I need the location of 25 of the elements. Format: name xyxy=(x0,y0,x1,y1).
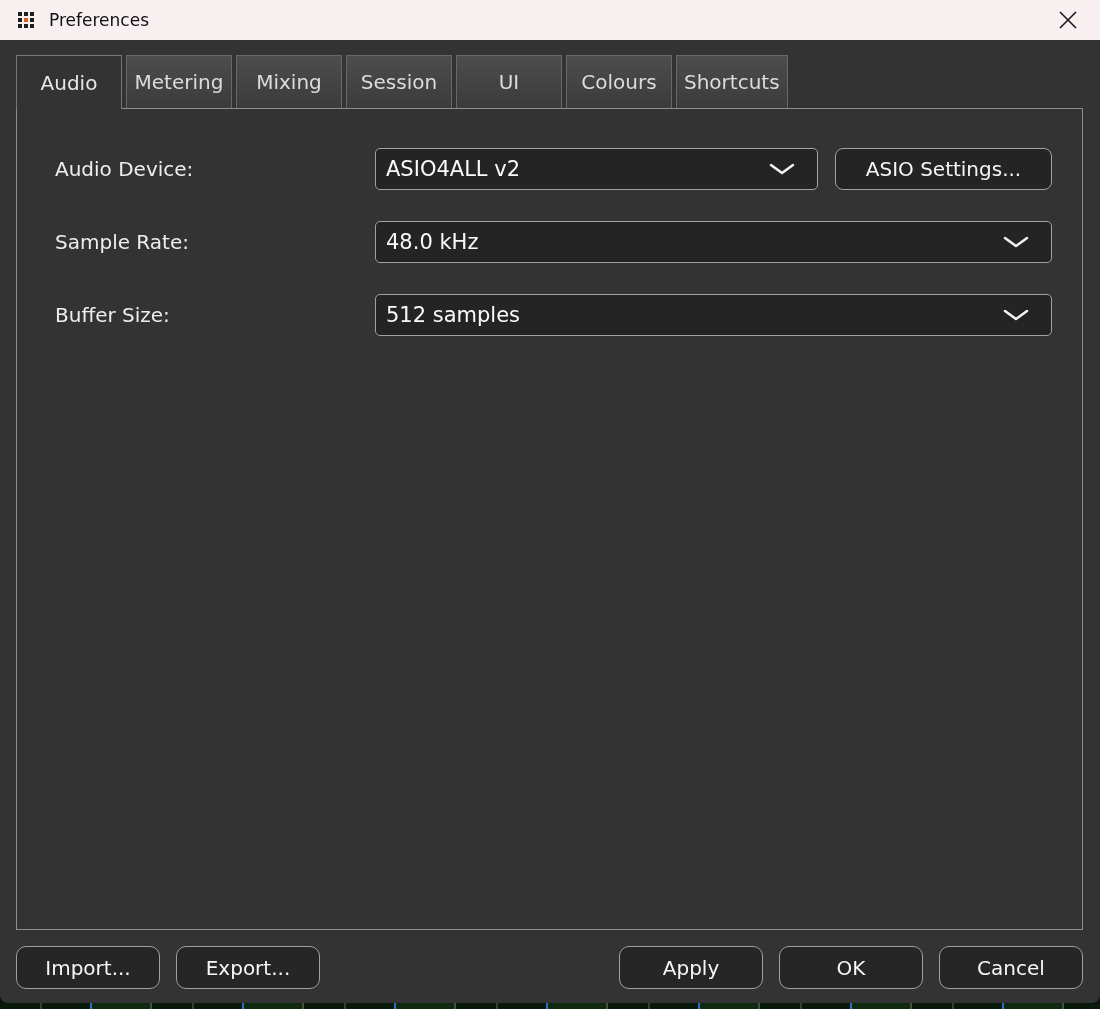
tab[interactable]: Colours xyxy=(566,55,672,108)
chevron-down-icon xyxy=(1003,236,1029,248)
dialog-button[interactable]: Import... xyxy=(16,946,160,989)
dropdown[interactable]: 48.0 kHz xyxy=(375,221,1052,263)
window-title: Preferences xyxy=(49,10,149,30)
dialog-button[interactable]: Apply xyxy=(619,946,763,989)
tab[interactable]: Metering xyxy=(126,55,232,108)
setting-label: Audio Device: xyxy=(55,157,195,181)
dialog-button[interactable]: Cancel xyxy=(939,946,1083,989)
tab[interactable]: Session xyxy=(346,55,452,108)
tab[interactable]: Mixing xyxy=(236,55,342,108)
tab[interactable]: UI xyxy=(456,55,562,108)
dialog-button[interactable]: Export... xyxy=(176,946,320,989)
tab[interactable]: Audio xyxy=(16,55,122,109)
settings-button[interactable]: ASIO Settings... xyxy=(835,148,1052,190)
chevron-down-icon xyxy=(1003,309,1029,321)
tab[interactable]: Shortcuts xyxy=(676,55,788,108)
setting-label: Buffer Size: xyxy=(55,303,171,327)
setting-label: Sample Rate: xyxy=(55,230,190,254)
chevron-down-icon xyxy=(769,163,795,175)
close-icon xyxy=(1059,11,1077,29)
dialog-button[interactable]: OK xyxy=(779,946,923,989)
dropdown[interactable]: ASIO4ALL v2 xyxy=(375,148,818,190)
dropdown[interactable]: 512 samples xyxy=(375,294,1052,336)
app-grid-icon xyxy=(18,12,34,28)
